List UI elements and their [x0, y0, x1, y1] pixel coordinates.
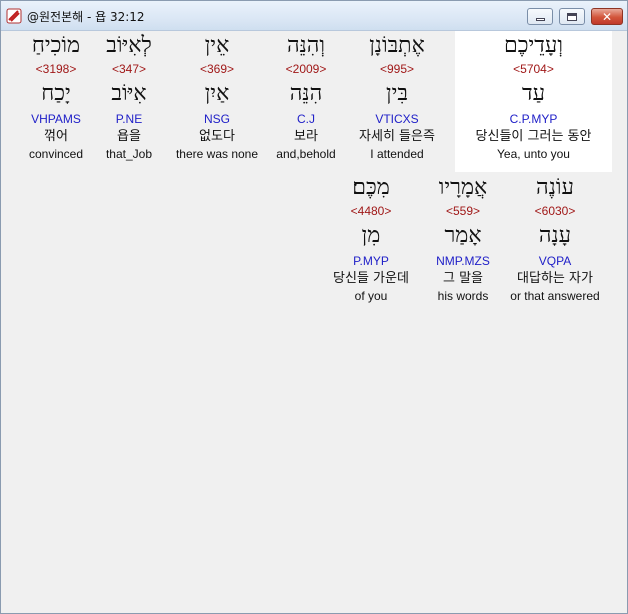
morphology-code[interactable]: VTICXS: [347, 111, 447, 127]
window-title: @원전본해 - 욥 32:12: [27, 10, 145, 24]
hebrew-root: אָמַר: [444, 223, 482, 248]
hebrew-word: עוֹנֶה: [536, 175, 574, 200]
word-cell[interactable]: וְהִנֵּה <2009> הִנֵּה C.J 보라 and,behold: [270, 31, 342, 162]
korean-gloss: 당신들 가운데: [333, 271, 409, 286]
maximize-icon: [567, 12, 577, 21]
hebrew-root: בִּין: [386, 81, 408, 106]
word-cell[interactable]: עוֹנֶה <6030> עָנָה VQPA 대답하는 자가 or that…: [503, 173, 607, 304]
app-window: @원전본해 - 욥 32:12 ✕ וְעָדֵיכֶם <5704> עַד …: [0, 0, 628, 614]
hebrew-root: עָנָה: [538, 223, 572, 248]
hebrew-root: אַיִן: [204, 81, 230, 106]
word-cell[interactable]: אֶתְבּוֹנָן <995> בִּין VTICXS 자세히 들은즉 I…: [347, 31, 447, 162]
close-button[interactable]: ✕: [591, 8, 623, 25]
strong-number[interactable]: <3198>: [19, 61, 93, 77]
english-gloss: of you: [354, 289, 388, 303]
strong-number[interactable]: <4480>: [323, 203, 419, 219]
morphology-code[interactable]: C.P.MYP: [455, 111, 612, 127]
english-gloss: I attended: [370, 147, 424, 161]
morphology-code[interactable]: NMP.MZS: [427, 253, 499, 269]
strong-number[interactable]: <369>: [168, 61, 266, 77]
word-cell[interactable]: וְעָדֵיכֶם <5704> עַד C.P.MYP 당신들이 그러는 동…: [455, 31, 612, 162]
hebrew-root: הִנֵּה: [289, 81, 323, 106]
hebrew-word: לְאִיּוֹב: [106, 33, 152, 58]
korean-gloss: 꺾어: [44, 129, 68, 144]
korean-gloss: 대답하는 자가: [517, 271, 593, 286]
hebrew-word: אֵין: [204, 33, 230, 58]
morphology-code[interactable]: VQPA: [503, 253, 607, 269]
minimize-icon: [535, 17, 545, 21]
english-gloss: convinced: [28, 147, 84, 161]
strong-number[interactable]: <995>: [347, 61, 447, 77]
morphology-code[interactable]: P.MYP: [323, 253, 419, 269]
english-gloss: Yea, unto you: [497, 147, 570, 161]
english-gloss: his words: [437, 289, 489, 303]
morphology-code[interactable]: C.J: [270, 111, 342, 127]
title-bar[interactable]: @원전본해 - 욥 32:12 ✕: [1, 1, 627, 31]
korean-gloss: 그 말을: [442, 271, 483, 286]
interlinear-pane[interactable]: וְעָדֵיכֶם <5704> עַד C.P.MYP 당신들이 그러는 동…: [7, 31, 623, 609]
hebrew-word: אֶתְבּוֹנָן: [369, 33, 425, 58]
strong-number[interactable]: <347>: [95, 61, 163, 77]
korean-gloss: 보라: [294, 129, 318, 144]
hebrew-word: אֲמָרָיו: [438, 175, 488, 200]
minimize-button[interactable]: [527, 8, 553, 25]
hebrew-word: וְעָדֵיכֶם: [504, 33, 563, 58]
word-cell[interactable]: מִכֶּם׃ <4480> מִן P.MYP 당신들 가운데 of you: [323, 173, 419, 304]
hebrew-word: מוֹכִיחַ: [31, 33, 81, 58]
korean-gloss: 욥을: [117, 129, 141, 144]
morphology-code[interactable]: NSG: [168, 111, 266, 127]
word-cell[interactable]: מוֹכִיחַ <3198> יָכַח VHPAMS 꺾어 convince…: [19, 31, 93, 162]
strong-number[interactable]: <6030>: [503, 203, 607, 219]
hebrew-root: עַד: [521, 81, 546, 106]
strong-number[interactable]: <559>: [427, 203, 499, 219]
morphology-code[interactable]: P.NE: [95, 111, 163, 127]
morphology-code[interactable]: VHPAMS: [19, 111, 93, 127]
english-gloss: that_Job: [105, 147, 153, 161]
korean-gloss: 자세히 들은즉: [359, 129, 435, 144]
english-gloss: or that answered: [510, 289, 600, 303]
hebrew-root: מִן: [361, 223, 381, 248]
english-gloss: there was none: [175, 147, 259, 161]
word-cell[interactable]: אֵין <369> אַיִן NSG 없도다 there was none: [168, 31, 266, 162]
word-cell[interactable]: אֲמָרָיו <559> אָמַר NMP.MZS 그 말을 his wo…: [427, 173, 499, 304]
hebrew-word: וְהִנֵּה: [286, 33, 326, 58]
hebrew-root: יָכַח: [41, 81, 71, 106]
close-icon: ✕: [601, 9, 613, 24]
korean-gloss: 없도다: [199, 129, 235, 144]
hebrew-root: אִיּוֹב: [111, 81, 147, 106]
strong-number[interactable]: <2009>: [270, 61, 342, 77]
app-icon: [6, 8, 22, 24]
maximize-button[interactable]: [559, 8, 585, 25]
hebrew-word: מִכֶּם׃: [352, 175, 390, 200]
strong-number[interactable]: <5704>: [455, 61, 612, 77]
korean-gloss: 당신들이 그러는 동안: [475, 129, 592, 144]
word-cell[interactable]: לְאִיּוֹב <347> אִיּוֹב P.NE 욥을 that_Job: [95, 31, 163, 162]
english-gloss: and,behold: [276, 147, 336, 161]
